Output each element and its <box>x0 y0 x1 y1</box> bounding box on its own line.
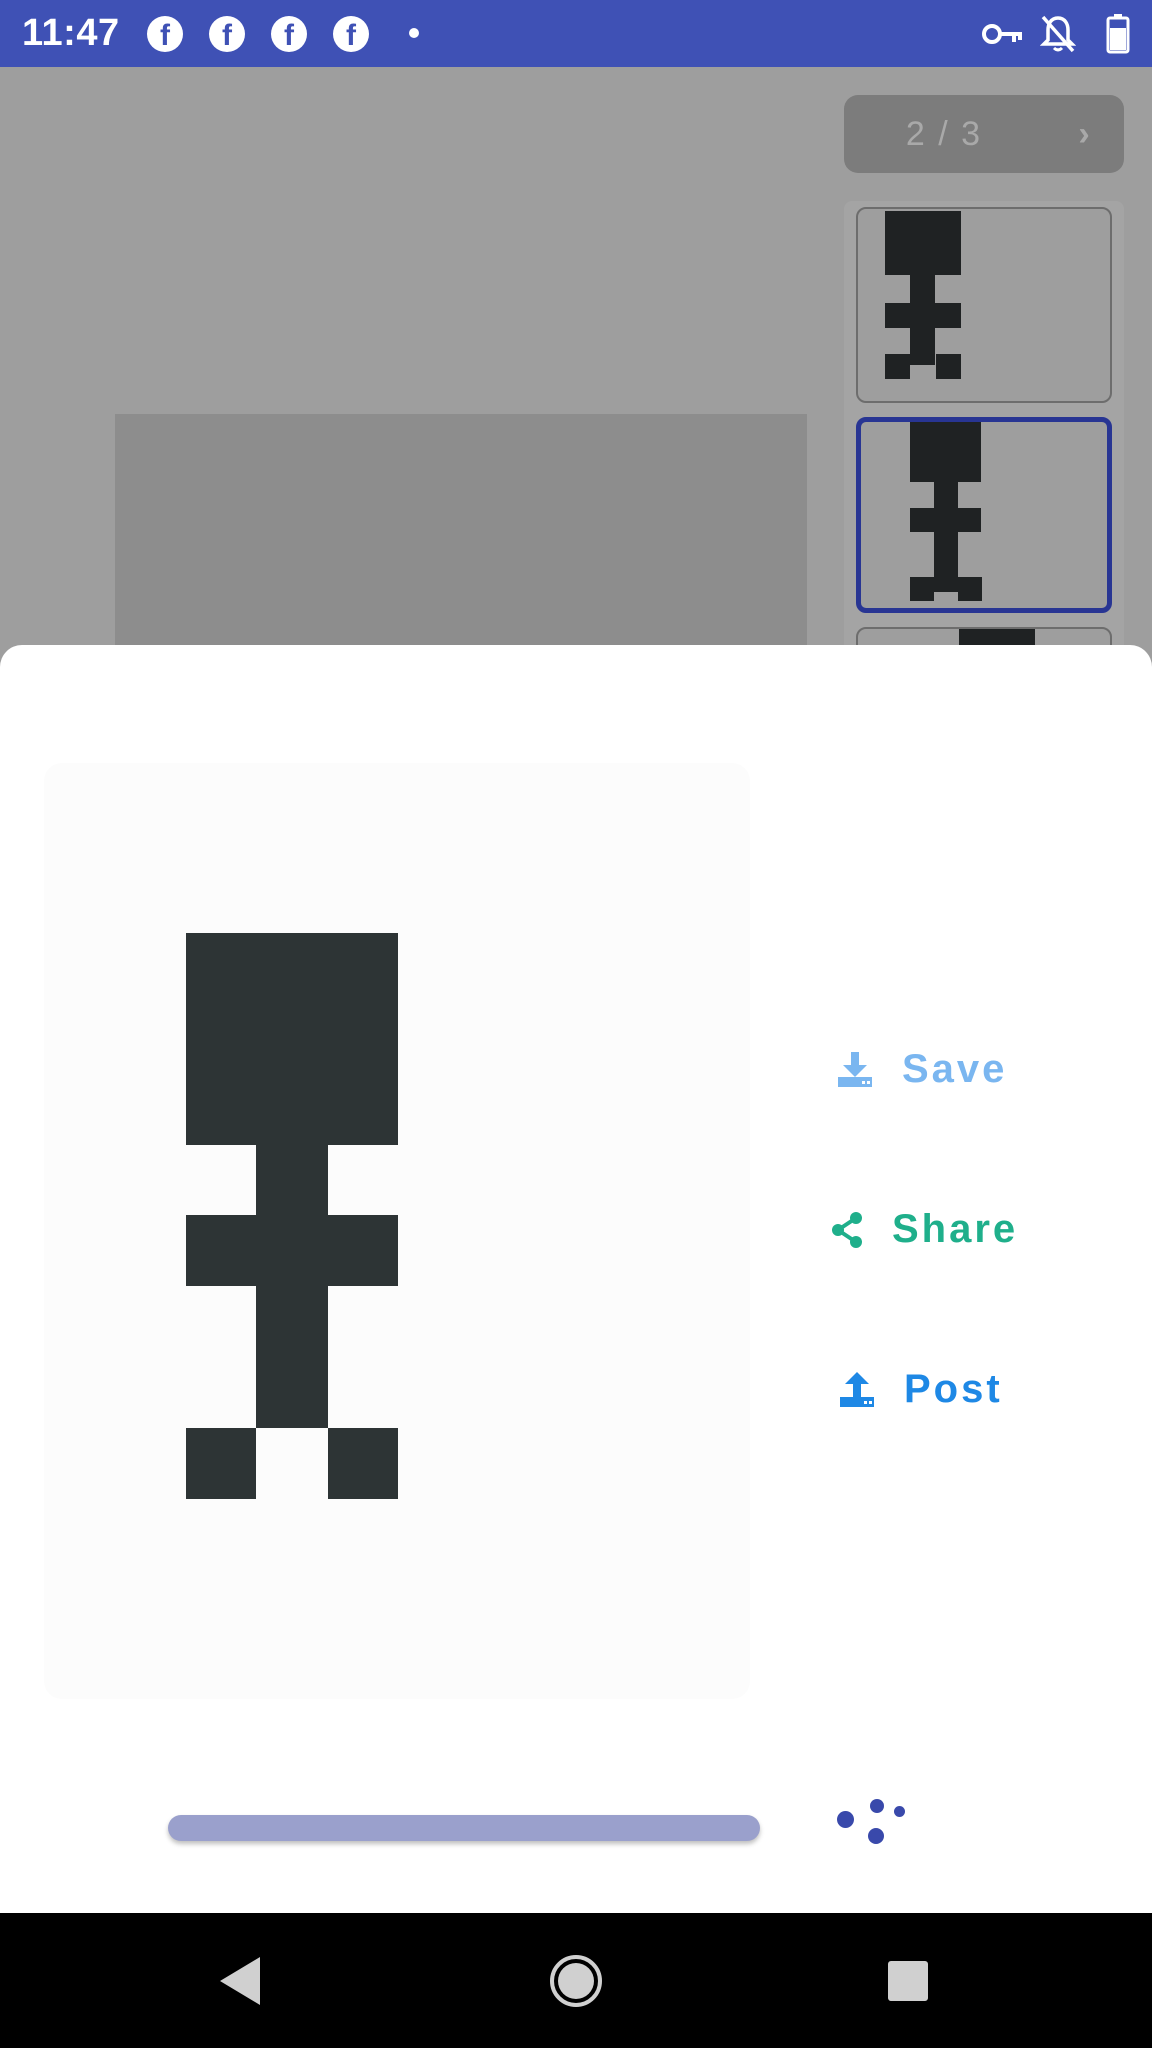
recents-button[interactable] <box>868 1913 948 2048</box>
progress-bar <box>168 1815 760 1841</box>
recents-icon <box>888 1960 928 2001</box>
facebook-icon: f <box>209 16 245 52</box>
screen: 11:47 f f f f 2 / 3 › Save Share Post <box>0 0 1152 2048</box>
facebook-icon: f <box>333 16 369 52</box>
home-icon <box>550 1954 602 2007</box>
export-bottom-sheet: Save Share Post <box>0 645 1152 1913</box>
facebook-icon: f <box>147 16 183 52</box>
spinner-dot <box>870 1799 884 1813</box>
navigation-bar <box>0 1913 1152 2048</box>
notifications-off-icon <box>1039 14 1077 59</box>
facebook-icon: f <box>271 16 307 52</box>
share-icon <box>832 1211 862 1248</box>
back-button[interactable] <box>200 1913 280 2048</box>
page-indicator[interactable]: 2 / 3 › <box>844 95 1124 173</box>
vpn-key-icon <box>980 14 1024 59</box>
post-label: Post <box>904 1367 1003 1411</box>
spinner-dot <box>837 1811 854 1828</box>
share-button[interactable]: Share <box>830 1207 1018 1252</box>
post-button[interactable]: Post <box>838 1367 1003 1412</box>
page-indicator-text: 2 / 3 <box>905 115 983 153</box>
spinner-dot <box>868 1828 884 1844</box>
thumbnail-panel <box>844 201 1124 721</box>
status-bar: 11:47 f f f f <box>0 0 1152 67</box>
status-time: 11:47 <box>22 12 120 54</box>
background-app: 2 / 3 › <box>0 67 1152 721</box>
upload-icon <box>840 1371 874 1407</box>
thumbnail-2-selected[interactable] <box>856 417 1112 613</box>
pixel-art-figure <box>186 933 398 1499</box>
battery-icon <box>1106 14 1130 59</box>
thumbnail-1[interactable] <box>856 207 1112 403</box>
save-button[interactable]: Save <box>836 1047 1007 1092</box>
thumbnail-figure <box>885 211 961 379</box>
chevron-right-icon[interactable]: › <box>1044 95 1124 173</box>
home-button[interactable] <box>536 1913 616 2048</box>
download-icon <box>838 1051 872 1087</box>
share-label: Share <box>892 1207 1019 1251</box>
more-notifications-dot <box>409 28 419 38</box>
back-icon <box>220 1956 260 2005</box>
save-label: Save <box>902 1047 1008 1091</box>
thumbnail-figure <box>910 422 982 601</box>
spinner-dot <box>894 1806 905 1817</box>
artwork-preview <box>44 763 750 1699</box>
